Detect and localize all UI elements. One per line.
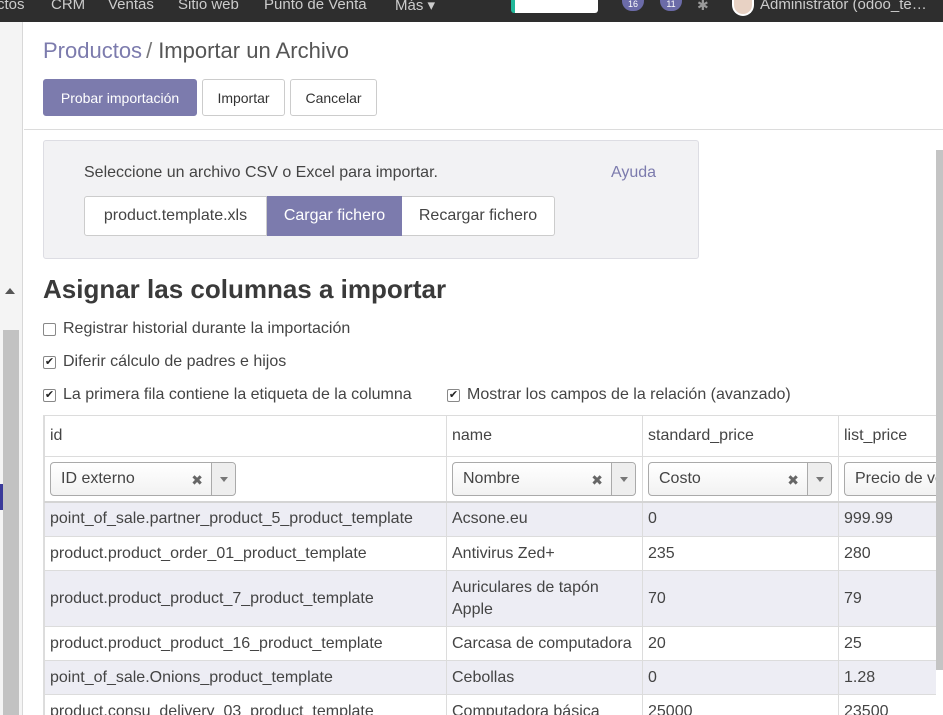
left-sidebar-edge	[0, 22, 23, 715]
reload-file-button[interactable]: Recargar fichero	[402, 196, 555, 236]
table-row: product.product_product_7_product_templa…	[44, 570, 936, 627]
table-cell: Antivirus Zed+	[446, 536, 643, 571]
field-select-list-price[interactable]: Precio de ve	[844, 461, 936, 496]
import-preview-table-wrapper: id name standard_price list_price ID ext…	[43, 415, 936, 715]
table-cell: 20	[642, 626, 839, 661]
table-cell: product.product_product_7_product_templa…	[44, 570, 447, 627]
chevron-down-icon[interactable]	[211, 462, 235, 495]
header-row: id name standard_price list_price	[44, 415, 936, 457]
file-input-group: product.template.xls Cargar fichero Reca…	[84, 196, 555, 236]
scroll-up-icon[interactable]	[5, 288, 15, 294]
table-cell: 25	[838, 626, 936, 661]
table-cell: Acsone.eu	[446, 501, 643, 537]
track-history-label: Registrar historial durante la importaci…	[63, 320, 351, 337]
chevron-down-icon[interactable]	[611, 462, 635, 495]
table-cell: Cebollas	[446, 660, 643, 695]
control-panel: Productos / Importar un Archivo Probar imp…	[24, 22, 943, 130]
has-headers-checkbox[interactable]: ✔	[43, 388, 56, 402]
column-header: list_price	[838, 415, 936, 457]
left-scroll-marker	[0, 484, 3, 510]
menu-item-pos[interactable]: Punto de Venta	[264, 0, 367, 13]
show-relations-label: Mostrar los campos de la relación (avanz…	[467, 386, 791, 403]
debug-bug-icon[interactable]: ✱	[697, 0, 709, 14]
table-row: point_of_sale.Onions_product_template Ce…	[44, 660, 936, 695]
clear-icon[interactable]: ✖	[787, 472, 799, 489]
column-header: id	[44, 415, 447, 457]
table-cell: 25000	[642, 694, 839, 715]
table-row: product.product_order_01_product_templat…	[44, 536, 936, 571]
field-select-value: Nombre	[463, 469, 520, 487]
defer-parent-label: Diferir cálculo de padres e hijos	[63, 353, 287, 370]
option-has-headers[interactable]: ✔ La primera fila contiene la etiqueta d…	[43, 386, 412, 404]
table-row: point_of_sale.partner_product_5_product_…	[44, 501, 936, 537]
table-cell: Auriculares de tapón Apple	[446, 570, 643, 627]
chevron-down-icon[interactable]	[807, 462, 831, 495]
table-cell: point_of_sale.partner_product_5_product_…	[44, 501, 447, 537]
left-scrollbar-thumb[interactable]	[3, 330, 19, 715]
column-header: standard_price	[642, 415, 839, 457]
option-defer-parent[interactable]: ✔ Diferir cálculo de padres e hijos	[43, 353, 286, 371]
table-row: product.consu_delivery_03_product_templa…	[44, 694, 936, 715]
file-select-panel: Seleccione un archivo CSV o Excel para i…	[43, 140, 699, 259]
clear-icon[interactable]: ✖	[591, 472, 603, 489]
table-cell: 23500	[838, 694, 936, 715]
avatar[interactable]	[732, 0, 754, 16]
load-file-button[interactable]: Cargar fichero	[267, 196, 402, 236]
menu-item-sales[interactable]: Ventas	[108, 0, 154, 13]
table-cell: Computadora básica	[446, 694, 643, 715]
field-select-value: Precio de ve	[855, 469, 936, 487]
activity-badge-icon[interactable]: 11	[660, 0, 682, 11]
field-select-value: Costo	[659, 469, 701, 487]
option-show-relations[interactable]: ✔ Mostrar los campos de la relación (ava…	[447, 386, 791, 404]
table-row: product.product_product_16_product_templ…	[44, 626, 936, 661]
file-name-field[interactable]: product.template.xls	[84, 196, 267, 236]
mapping-row: ID externo ✖ Nombre ✖ Costo ✖ Precio de ve	[44, 456, 936, 503]
menu-item-more[interactable]: Más ▾	[395, 0, 435, 14]
table-cell: Carcasa de computadora	[446, 626, 643, 661]
table-cell: product.consu_delivery_03_product_templa…	[44, 694, 447, 715]
show-relations-checkbox[interactable]: ✔	[447, 388, 460, 402]
chat-badge-icon[interactable]: 16	[622, 0, 644, 11]
test-import-button[interactable]: Probar importación	[43, 79, 197, 116]
top-navbar: ctos CRM Ventas Sitio web Punto de Venta…	[0, 0, 943, 22]
field-select-name[interactable]: Nombre ✖	[452, 461, 636, 496]
page-title: Importar un Archivo	[158, 38, 349, 63]
table-cell: 999.99	[838, 501, 936, 537]
cancel-button[interactable]: Cancelar	[290, 79, 377, 116]
field-select-standard-price[interactable]: Costo ✖	[648, 461, 832, 496]
table-cell: 79	[838, 570, 936, 627]
table-cell: product.product_product_16_product_templ…	[44, 626, 447, 661]
table-cell: 0	[642, 660, 839, 695]
file-select-hint: Seleccione un archivo CSV o Excel para i…	[84, 164, 438, 181]
column-header: name	[446, 415, 643, 457]
right-scrollbar-thumb[interactable]	[936, 150, 943, 670]
track-history-checkbox[interactable]	[43, 322, 56, 336]
table-cell: 70	[642, 570, 839, 627]
breadcrumb-separator: /	[146, 38, 153, 63]
user-menu[interactable]: Administrator (odoo_te…	[760, 0, 927, 13]
breadcrumb: Productos / Importar un Archivo	[43, 38, 349, 64]
table-cell: product.product_order_01_product_templat…	[44, 536, 447, 571]
table-cell: point_of_sale.Onions_product_template	[44, 660, 447, 695]
breadcrumb-products-link[interactable]: Productos	[43, 38, 142, 63]
import-preview-table: id name standard_price list_price ID ext…	[44, 415, 936, 715]
table-cell: 1.28	[838, 660, 936, 695]
defer-parent-checkbox[interactable]: ✔	[43, 355, 56, 369]
column-mapping-heading: Asignar las columnas a importar	[43, 274, 447, 304]
table-cell: 235	[642, 536, 839, 571]
field-select-value: ID externo	[61, 469, 135, 487]
status-indicator	[511, 0, 598, 13]
menu-item-products[interactable]: ctos	[0, 0, 25, 13]
help-link[interactable]: Ayuda	[611, 164, 656, 182]
clear-icon[interactable]: ✖	[191, 472, 203, 489]
option-track-history[interactable]: Registrar historial durante la importaci…	[43, 320, 350, 338]
import-button[interactable]: Importar	[202, 79, 285, 116]
table-cell: 280	[838, 536, 936, 571]
field-select-id[interactable]: ID externo ✖	[50, 461, 236, 496]
menu-item-website[interactable]: Sitio web	[178, 0, 239, 13]
table-cell: 0	[642, 501, 839, 537]
has-headers-label: La primera fila contiene la etiqueta de …	[63, 386, 412, 403]
menu-item-crm[interactable]: CRM	[51, 0, 85, 13]
